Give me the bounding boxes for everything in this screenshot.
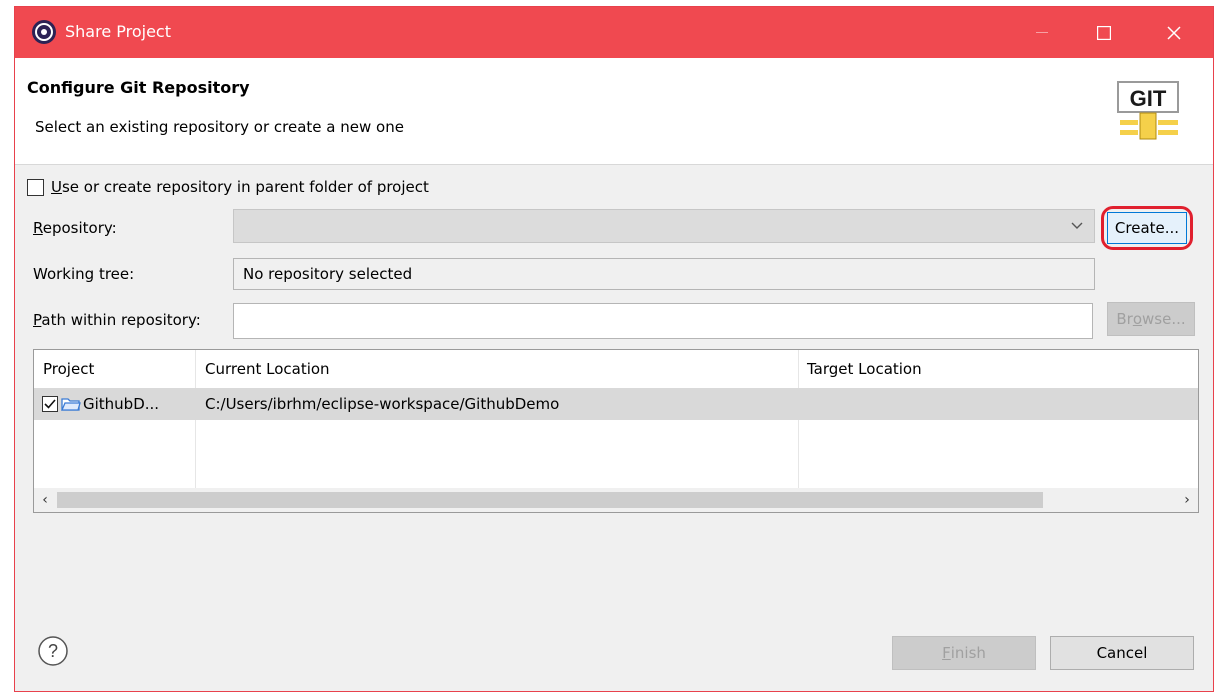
git-logo-text: GIT [1130,86,1167,111]
working-tree-field: No repository selected [233,258,1095,290]
parent-folder-checkbox[interactable] [27,179,44,196]
current-location-cell: C:/Users/ibrhm/eclipse-workspace/GithubD… [205,395,560,413]
scroll-right-icon[interactable]: › [1176,488,1198,512]
column-divider [195,350,196,490]
repository-combo[interactable] [233,209,1095,243]
page-description: Select an existing repository or create … [35,118,404,136]
project-name-cell: GithubD... [83,395,160,413]
horizontal-scrollbar[interactable]: ‹ › [34,488,1198,512]
close-icon[interactable] [1151,7,1197,58]
scrollbar-thumb[interactable] [57,492,1043,508]
maximize-icon[interactable] [1081,7,1127,58]
create-button[interactable]: Create... [1107,212,1187,244]
parent-folder-checkbox-label[interactable]: Use or create repository in parent folde… [51,178,429,196]
project-table: Project Current Location Target Location… [33,349,1199,513]
browse-button[interactable]: Br o wse... [1107,302,1195,336]
window-title: Share Project [65,22,171,41]
repository-label: Repository: [33,219,117,237]
cancel-button[interactable]: Cancel [1050,636,1194,670]
git-logo-icon: GIT [1117,81,1179,140]
wizard-header: Configure Git Repository Select an exist… [15,58,1213,165]
column-header-target-location[interactable]: Target Location [798,350,1198,388]
help-icon[interactable]: ? [37,635,69,667]
working-tree-label: Working tree: [33,265,135,283]
row-checkbox[interactable] [42,388,58,420]
eclipse-icon [32,20,56,44]
scroll-left-icon[interactable]: ‹ [34,488,56,512]
title-bar[interactable]: Share Project [15,7,1213,58]
share-project-dialog: Share Project Configure Git Repository S… [14,6,1214,692]
folder-icon [61,388,81,420]
table-row[interactable]: GithubD... C:/Users/ibrhm/eclipse-worksp… [34,388,1198,420]
minimize-icon[interactable] [1019,7,1065,58]
path-label: Path within repository: [33,311,201,329]
column-header-current-location[interactable]: Current Location [196,350,798,388]
finish-button[interactable]: Finish [892,636,1036,670]
path-input[interactable] [233,303,1093,339]
chevron-down-icon[interactable] [1070,219,1084,233]
column-divider [798,350,799,490]
svg-text:?: ? [48,641,58,661]
page-title: Configure Git Repository [27,78,250,97]
column-header-project[interactable]: Project [34,350,196,388]
